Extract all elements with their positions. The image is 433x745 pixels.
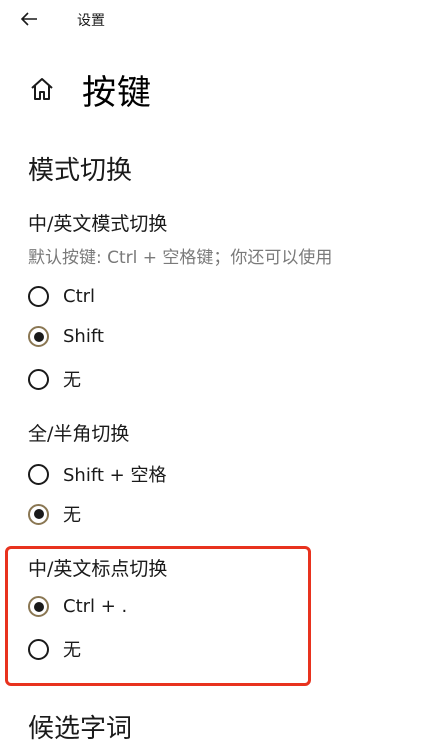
radio-width-none[interactable]: 无	[28, 501, 81, 527]
radio-label: Ctrl	[63, 286, 96, 307]
radio-width-shift-space[interactable]: Shift + 空格	[28, 461, 166, 487]
back-arrow-icon	[20, 12, 37, 26]
radio-punct-none[interactable]: 无	[28, 636, 81, 662]
back-button[interactable]	[14, 4, 44, 34]
radio-mode-none[interactable]: 无	[28, 366, 81, 392]
window-title: 设置	[77, 13, 105, 29]
home-icon	[31, 78, 53, 100]
radio-circle[interactable]	[28, 286, 49, 307]
radio-punct-ctrl-dot[interactable]: Ctrl + .	[28, 596, 127, 617]
radio-circle[interactable]	[28, 463, 49, 485]
section-title: 模式切换	[28, 156, 133, 186]
radio-label: 无	[63, 505, 81, 526]
radio-label: Ctrl + .	[63, 596, 128, 617]
radio-circle[interactable]	[28, 638, 49, 660]
page-title: 按键	[82, 72, 152, 113]
group-hint: 默认按键: Ctrl + 空格键；你还可以使用	[28, 248, 333, 268]
title-bar: 设置	[0, 0, 433, 38]
radio-label: 无	[63, 370, 81, 391]
radio-mode-shift[interactable]: Shift	[28, 326, 104, 347]
radio-mode-ctrl[interactable]: Ctrl	[28, 286, 95, 307]
group-label-full-half-width: 全/半角切换	[28, 423, 130, 445]
group-label-punctuation: 中/英文标点切换	[28, 558, 168, 580]
radio-circle[interactable]	[28, 326, 49, 347]
radio-label: 无	[63, 640, 81, 661]
radio-circle[interactable]	[28, 596, 49, 617]
radio-label: Shift	[63, 326, 104, 347]
page-header: 按键	[28, 64, 152, 114]
radio-label: Shift + 空格	[63, 465, 167, 486]
next-section-title: 候选字词	[28, 714, 133, 744]
radio-circle[interactable]	[28, 368, 49, 390]
group-label-cn-en-mode: 中/英文模式切换	[28, 213, 168, 235]
radio-circle[interactable]	[28, 503, 49, 525]
